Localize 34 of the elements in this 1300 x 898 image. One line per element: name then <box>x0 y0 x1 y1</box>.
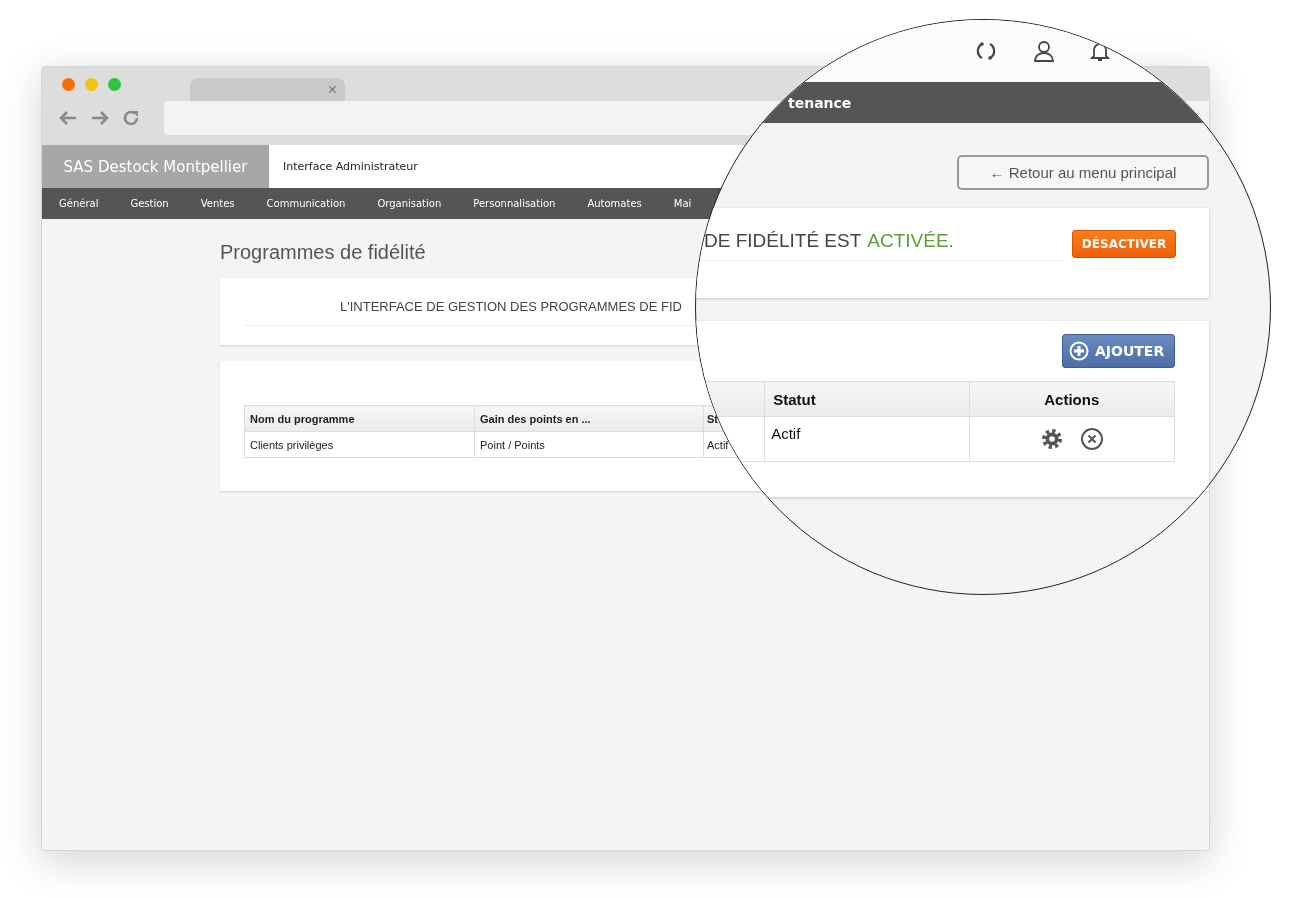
settings-icon[interactable] <box>1039 427 1064 451</box>
close-dot[interactable] <box>62 77 75 91</box>
user-icon[interactable] <box>1032 40 1054 62</box>
table-cell: Clients privilèges <box>244 431 475 458</box>
delete-icon[interactable] <box>1079 427 1104 451</box>
notice-text: L'INTERFACE DE GESTION DES PROGRAMMES DE FID <box>340 299 682 314</box>
reload-icon[interactable] <box>122 109 140 127</box>
refresh-icon[interactable] <box>975 40 997 62</box>
status-value: ACTIVÉE. <box>867 230 954 251</box>
page-title: Programmes de fidélité <box>220 241 426 264</box>
status-text: DE FIDÉLITÉ EST <box>704 230 862 251</box>
nav-item[interactable]: tenance <box>788 94 852 111</box>
column-header: Actions <box>969 381 1175 417</box>
back-button[interactable]: ← Retour au menu principal <box>957 155 1209 190</box>
nav-item[interactable]: Général <box>59 198 99 209</box>
add-button[interactable]: AJOUTER <box>1062 334 1175 368</box>
header-subtitle: Interface Administrateur <box>282 159 418 175</box>
nav-item[interactable]: Ventes <box>200 198 235 209</box>
brand-name: SAS Destock Montpellier <box>42 145 269 188</box>
back-icon[interactable] <box>58 109 78 127</box>
nav-item[interactable]: Mai <box>673 198 692 209</box>
table-cell: Actif <box>764 416 969 462</box>
maximize-dot[interactable] <box>108 77 121 91</box>
minimize-dot[interactable] <box>85 77 98 91</box>
nav-item[interactable]: Automates <box>587 198 642 209</box>
column-header: Statut <box>764 381 969 417</box>
forward-icon[interactable] <box>90 109 110 127</box>
nav-item[interactable]: Organisation <box>377 198 442 209</box>
nav-item[interactable]: Personnalisation <box>473 198 556 209</box>
column-header: Gain des points en ... <box>474 405 704 432</box>
column-header: Nom du programme <box>244 405 475 432</box>
plus-circle-icon <box>1069 341 1089 361</box>
nav-item[interactable]: Gestion <box>130 198 169 209</box>
nav-item[interactable]: Communication <box>266 198 346 209</box>
